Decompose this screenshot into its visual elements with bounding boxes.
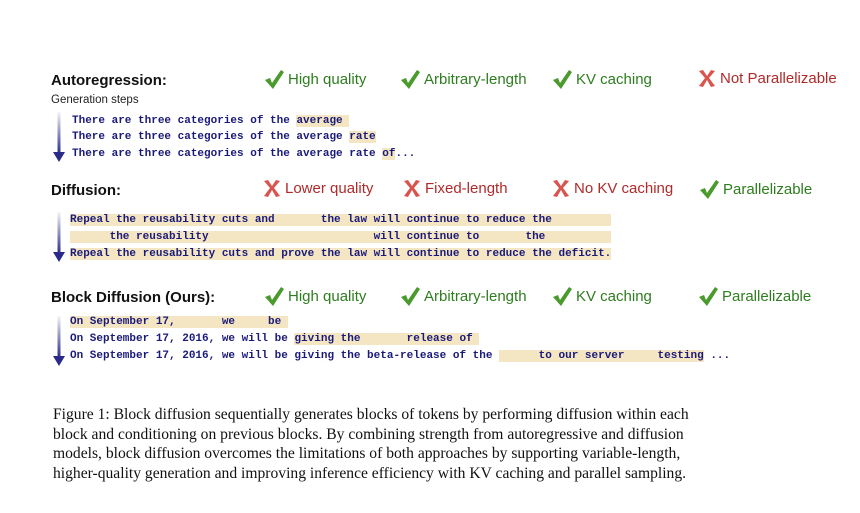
property-label: Arbitrary-length [424,287,527,305]
cross-icon [402,178,425,198]
generated-tokens: to our server testing [499,350,704,362]
generation-arrow-icon [53,112,65,162]
property-arbitrary-length: Arbitrary-length [399,68,527,90]
property-parallelizable: Parallelizable [698,178,812,200]
property-not-parallelizable: Not Parallelizable [697,68,837,88]
property-label: Lower quality [285,179,374,197]
continuation-ellipsis: ... [703,350,731,362]
check-icon [698,178,723,200]
generated-tokens: average [296,115,350,127]
token-line: Repeal the reusability cuts and prove th… [70,247,612,261]
generation-steps-label: Generation steps [51,94,139,106]
property-label: Parallelizable [723,180,813,198]
check-icon [551,285,576,307]
caption-line: Figure 1: Block diffusion sequentially g… [53,406,689,423]
property-label: Fixed-length [425,179,508,197]
token-line: On September 17, we be [70,315,288,329]
token-line: There are three categories of the averag… [72,130,376,144]
property-label: Parallelizable [722,287,812,305]
denoised-tokens: Repeal the reusability cuts and the law … [70,214,612,226]
token-line: There are three categories of the averag… [72,114,350,128]
token-line: There are three categories of the averag… [72,147,415,161]
generated-tokens: giving the release of [294,333,480,345]
section-title-block-diffusion: Block Diffusion (Ours): [51,289,216,306]
generation-arrow-icon [53,212,65,262]
token-line: Repeal the reusability cuts and the law … [70,213,612,227]
generated-tokens: On September 17, we be [70,316,288,328]
cross-icon [551,178,574,198]
figure-caption: Figure 1: Block diffusion sequentially g… [53,405,833,483]
property-label: No KV caching [574,179,674,197]
continuation-ellipsis: ... [395,148,416,160]
check-icon [263,68,288,90]
caption-line: models, block diffusion overcomes the li… [53,445,681,462]
context-tokens: On September 17, 2016, we will be [70,333,295,345]
check-icon [399,68,424,90]
cross-icon [262,178,285,198]
token-line: On September 17, 2016, we will be giving… [70,349,730,363]
check-icon [551,68,576,90]
check-icon [263,285,288,307]
property-lower-quality: Lower quality [262,178,373,198]
context-tokens: There are three categories of the averag… [72,148,383,160]
property-high-quality: High quality [263,285,366,307]
property-parallelizable: Parallelizable [697,285,811,307]
property-label: KV caching [576,70,652,88]
denoised-tokens: the reusability will continue to the [70,231,612,243]
generated-tokens: rate [349,131,376,143]
section-title-autoregression: Autoregression: [51,72,167,89]
cross-icon [697,68,720,88]
generation-arrow-icon [53,316,65,366]
property-label: Not Parallelizable [720,69,837,87]
caption-line: block and conditioning on previous block… [53,425,684,443]
context-tokens: On September 17, 2016, we will be giving… [70,350,500,362]
property-label: High quality [288,287,367,305]
property-label: KV caching [576,287,652,305]
context-tokens: There are three categories of the averag… [72,131,350,143]
property-kv-caching: KV caching [551,68,652,90]
generated-tokens: of [382,148,396,160]
token-line: On September 17, 2016, we will be giving… [70,332,480,346]
property-label: High quality [288,70,367,88]
check-icon [399,285,424,307]
property-label: Arbitrary-length [424,70,527,88]
section-title-diffusion: Diffusion: [51,182,121,199]
property-no-kv-caching: No KV caching [551,178,673,198]
check-icon [697,285,722,307]
denoised-tokens: Repeal the reusability cuts and prove th… [70,248,612,260]
context-tokens: There are three categories of the [72,115,297,127]
property-arbitrary-length: Arbitrary-length [399,285,527,307]
property-kv-caching: KV caching [551,285,652,307]
property-high-quality: High quality [263,68,366,90]
token-line: the reusability will continue to the [70,230,612,244]
caption-line: higher-quality generation and improving … [53,464,687,482]
property-fixed-length: Fixed-length [402,178,508,198]
